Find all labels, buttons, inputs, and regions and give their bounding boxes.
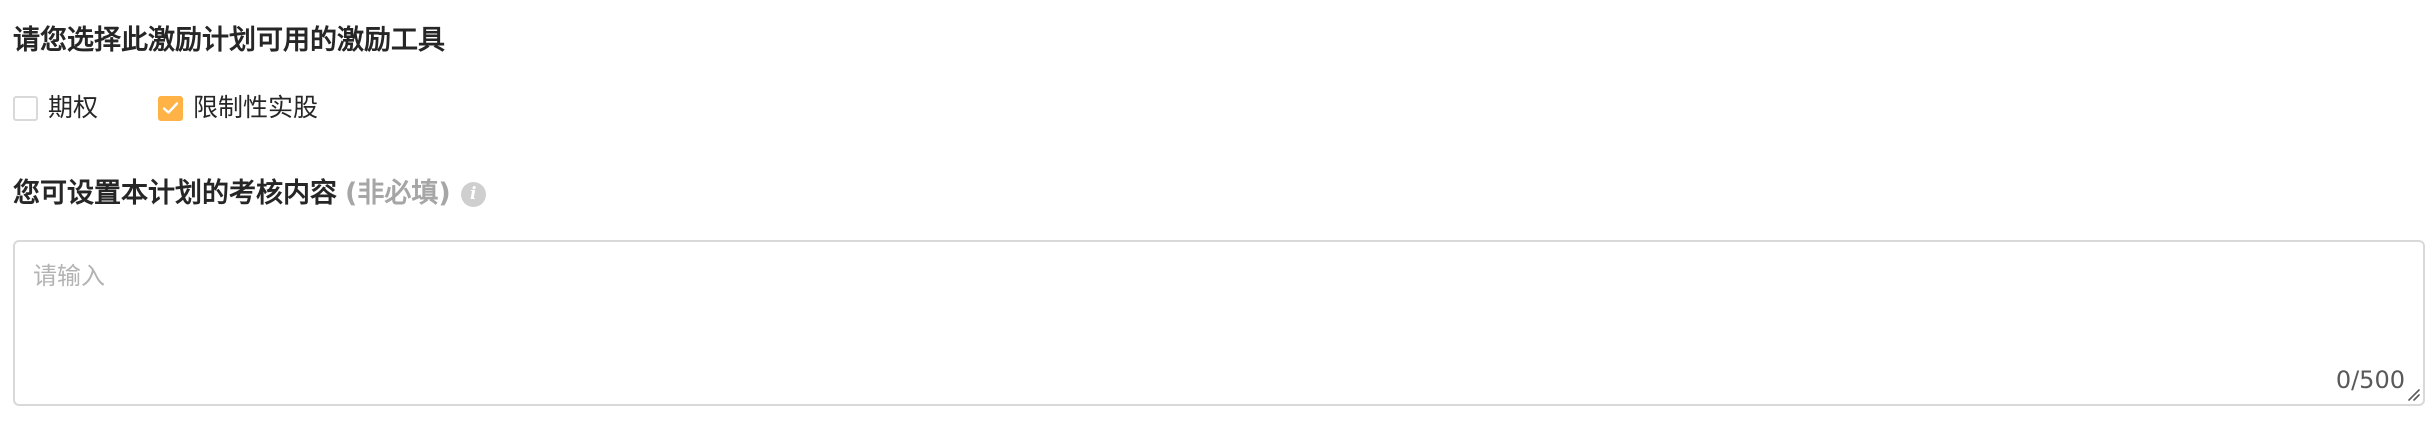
option-stock-option[interactable]: 期权 [13,92,98,124]
assessment-textarea[interactable] [15,242,2423,404]
restricted-stock-checkbox[interactable] [158,95,184,121]
stock-option-checkbox[interactable] [13,95,38,121]
char-counter: 0/500 [2335,366,2405,394]
info-icon[interactable]: i [460,181,486,207]
check-icon [162,102,179,114]
restricted-stock-label: 限制性实股 [193,93,319,122]
assessment-title-row: 您可设置本计划的考核内容 (非必填) i [13,176,486,212]
stock-option-label: 期权 [48,93,99,122]
tool-selection-title: 请您选择此激励计划可用的激励工具 [13,25,445,56]
resize-handle-icon[interactable] [2406,387,2420,401]
option-restricted-stock[interactable]: 限制性实股 [158,92,318,124]
assessment-textarea-container: 0/500 [13,240,2425,406]
tool-options: 期权 限制性实股 [13,92,318,124]
assessment-title: 您可设置本计划的考核内容 [13,178,337,209]
optional-tag: (非必填) [345,178,451,209]
